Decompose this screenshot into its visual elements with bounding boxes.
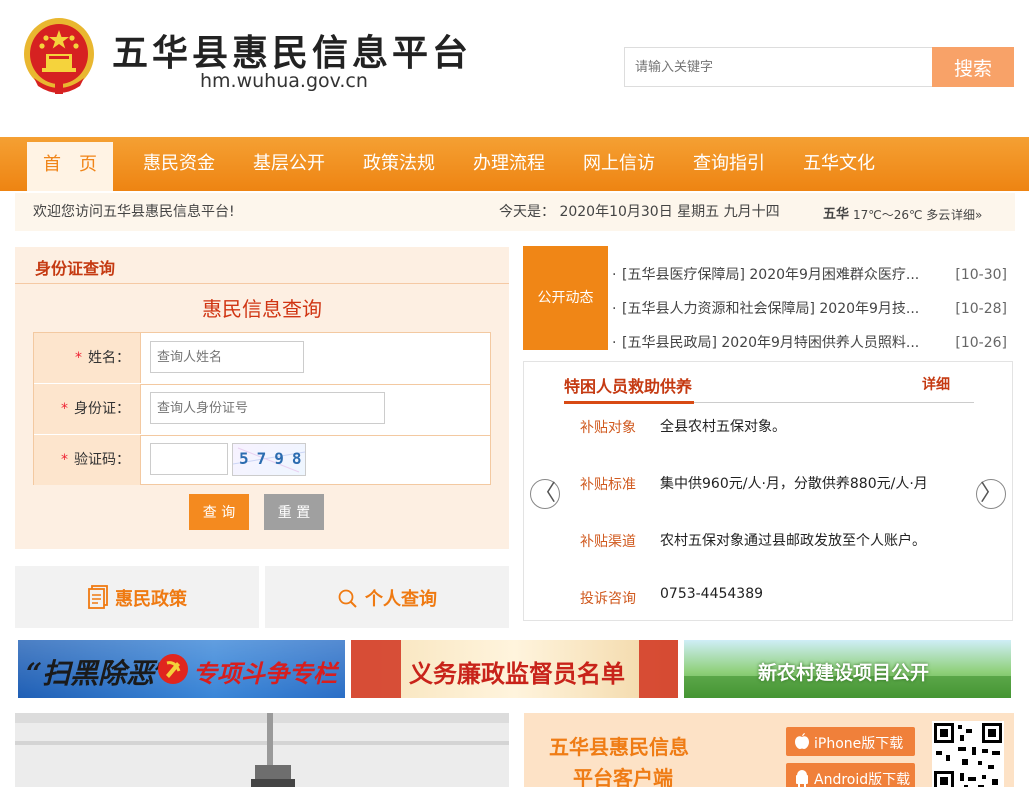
android-icon [794,769,810,787]
app-download-panel: 五华县惠民信息 平台客户端 iPhone版下载 Android版下载 [524,713,1014,787]
banner-new-village[interactable]: 新农村建设项目公开 [684,640,1011,698]
party-emblem-icon [157,653,189,689]
support-title: 特困人员救助供养 [564,377,693,396]
required-mark: * [61,401,68,417]
support-value: 农村五保对象通过县邮政发放至个人账户。 [660,533,926,549]
id-label: * 身份证： [34,384,141,434]
weather-city: 五华 [823,207,850,222]
captcha-input[interactable] [150,443,228,475]
id-query-panel: 身份证查询 惠民信息查询 *姓名： *身份证： *验证码： 5798 查 询 重… [15,247,509,549]
news-item-title[interactable]: [五华县民政局] 2020年9月特困供养人员照料... [622,328,919,350]
support-label: 补贴渠道 [580,534,636,550]
news-item[interactable]: · [五华县人力资源和社会保障局] 2020年9月技... [10-28] [608,294,1013,324]
welcome-text: 欢迎您访问五华县惠民信息平台! [33,204,235,220]
banner-anti-gang[interactable]: “扫黑除恶” 专项斗争专栏 [18,640,345,698]
next-arrow-icon[interactable]: 〉 [976,479,1006,509]
nav-item-query-guide[interactable]: 查询指引 [688,137,770,191]
news-item[interactable]: · [五华县医疗保障局] 2020年9月困难群众医疗... [10-30] [608,260,1013,290]
news-item[interactable]: · [五华县民政局] 2020年9月特困供养人员照料... [10-26] [608,328,1013,350]
name-input[interactable] [150,341,304,373]
search-button[interactable]: 搜索 [932,47,1014,87]
policy-quick-label: 惠民政策 [115,589,187,610]
title-underline [564,401,694,404]
personal-query-quick-label: 个人查询 [365,589,437,610]
banner-new-village-text: 新农村建设项目公开 [758,662,930,684]
special-support-panel: 特困人员救助供养 详细 补贴对象 全县农村五保对象。 补贴标准 集中供960元/… [523,361,1013,621]
query-button[interactable]: 查 询 [189,494,249,530]
nav-item-funds[interactable]: 惠民资金 [138,137,220,191]
document-icon [88,585,110,614]
search-box: 搜索 [624,47,1014,87]
qr-code-image [932,721,1004,787]
captcha-text: 5798 [239,449,310,468]
banner-anti-gang-text-1: “扫黑除恶” [26,657,171,690]
id-query-panel-title: 身份证查询 [35,259,116,278]
support-value: 全县农村五保对象。 [660,419,786,435]
news-item-date: [10-28] [955,301,1007,317]
query-heading: 惠民信息查询 [202,297,322,321]
iphone-download-button[interactable]: iPhone版下载 [786,727,915,756]
public-news-panel: 公开动态 · [五华县医疗保障局] 2020年9月困难群众医疗... [10-3… [523,246,1013,350]
search-icon [338,589,358,614]
welcome-bar: 欢迎您访问五华县惠民信息平台! 今天是： 2020年10月30日 星期五 九月十… [15,193,1015,231]
nav-item-home[interactable]: 首 页 [27,142,113,191]
banner-anti-gang-text-2: 专项斗争专栏 [193,660,337,688]
form-row-name: * 姓名： [34,333,490,385]
nav-item-petition[interactable]: 网上信访 [578,137,660,191]
android-download-label: Android版下载 [814,772,911,787]
main-nav: 首 页 惠民资金 基层公开 政策法规 办理流程 网上信访 查询指引 五华文化 [0,137,1029,191]
personal-query-quick-button[interactable]: 个人查询 [265,566,509,628]
nav-item-policies[interactable]: 政策法规 [358,137,440,191]
office-photo [15,713,509,787]
weather-info: 17℃～26℃ 多云 [853,208,951,222]
news-item-title[interactable]: [五华县人力资源和社会保障局] 2020年9月技... [622,294,919,324]
name-label: * 姓名： [34,333,141,383]
news-tag: 公开动态 [523,246,608,350]
site-title: 五华县惠民信息平台 [112,32,473,74]
apple-icon [794,732,810,754]
captcha-image[interactable]: 5798 [232,443,306,476]
reset-button[interactable]: 重 置 [264,494,324,530]
site-url: hm.wuhua.gov.cn [200,70,368,92]
weather-detail-link[interactable]: 详细» [951,196,982,234]
date-text: 今天是： 2020年10月30日 星期五 九月十四 [499,204,780,220]
national-emblem-logo [22,16,96,96]
support-label: 投诉咨询 [580,591,636,607]
android-download-button[interactable]: Android版下载 [786,763,915,787]
banner-supervisors-text: 义务廉政监督员名单 [409,660,625,688]
captcha-label: * 验证码： [34,435,141,485]
required-mark: * [75,350,82,366]
query-form: *姓名： *身份证： *验证码： 5798 [33,332,491,485]
support-value: 集中供960元/人·月，分散供养880元/人·月 [660,476,928,492]
iphone-download-label: iPhone版下载 [814,736,904,752]
app-title-line-1: 五华县惠民信息 [549,735,689,759]
prev-arrow-icon[interactable]: 〈 [530,479,560,509]
required-mark: * [61,452,68,468]
news-item-partial [608,246,1013,252]
id-query-panel-header: 身份证查询 [15,247,509,284]
support-more-link[interactable]: 详细 [922,374,950,394]
id-number-input[interactable] [150,392,385,424]
search-input[interactable] [625,48,933,86]
support-label: 补贴对象 [580,420,636,436]
policy-quick-button[interactable]: 惠民政策 [15,566,259,628]
news-item-date: [10-30] [955,267,1007,283]
form-row-id: * 身份证： [34,384,490,436]
nav-item-grassroots[interactable]: 基层公开 [248,137,330,191]
banner-supervisors[interactable]: 义务廉政监督员名单 [351,640,678,698]
support-label: 补贴标准 [580,477,636,493]
news-item-date: [10-26] [955,335,1007,350]
nav-item-procedures[interactable]: 办理流程 [468,137,550,191]
app-title-line-2: 平台客户端 [573,766,673,787]
news-item-title[interactable]: [五华县医疗保障局] 2020年9月困难群众医疗... [622,260,919,290]
support-value: 0753-4454389 [660,586,764,602]
nav-item-culture[interactable]: 五华文化 [798,137,880,191]
form-row-captcha: * 验证码： 5798 [34,435,490,486]
